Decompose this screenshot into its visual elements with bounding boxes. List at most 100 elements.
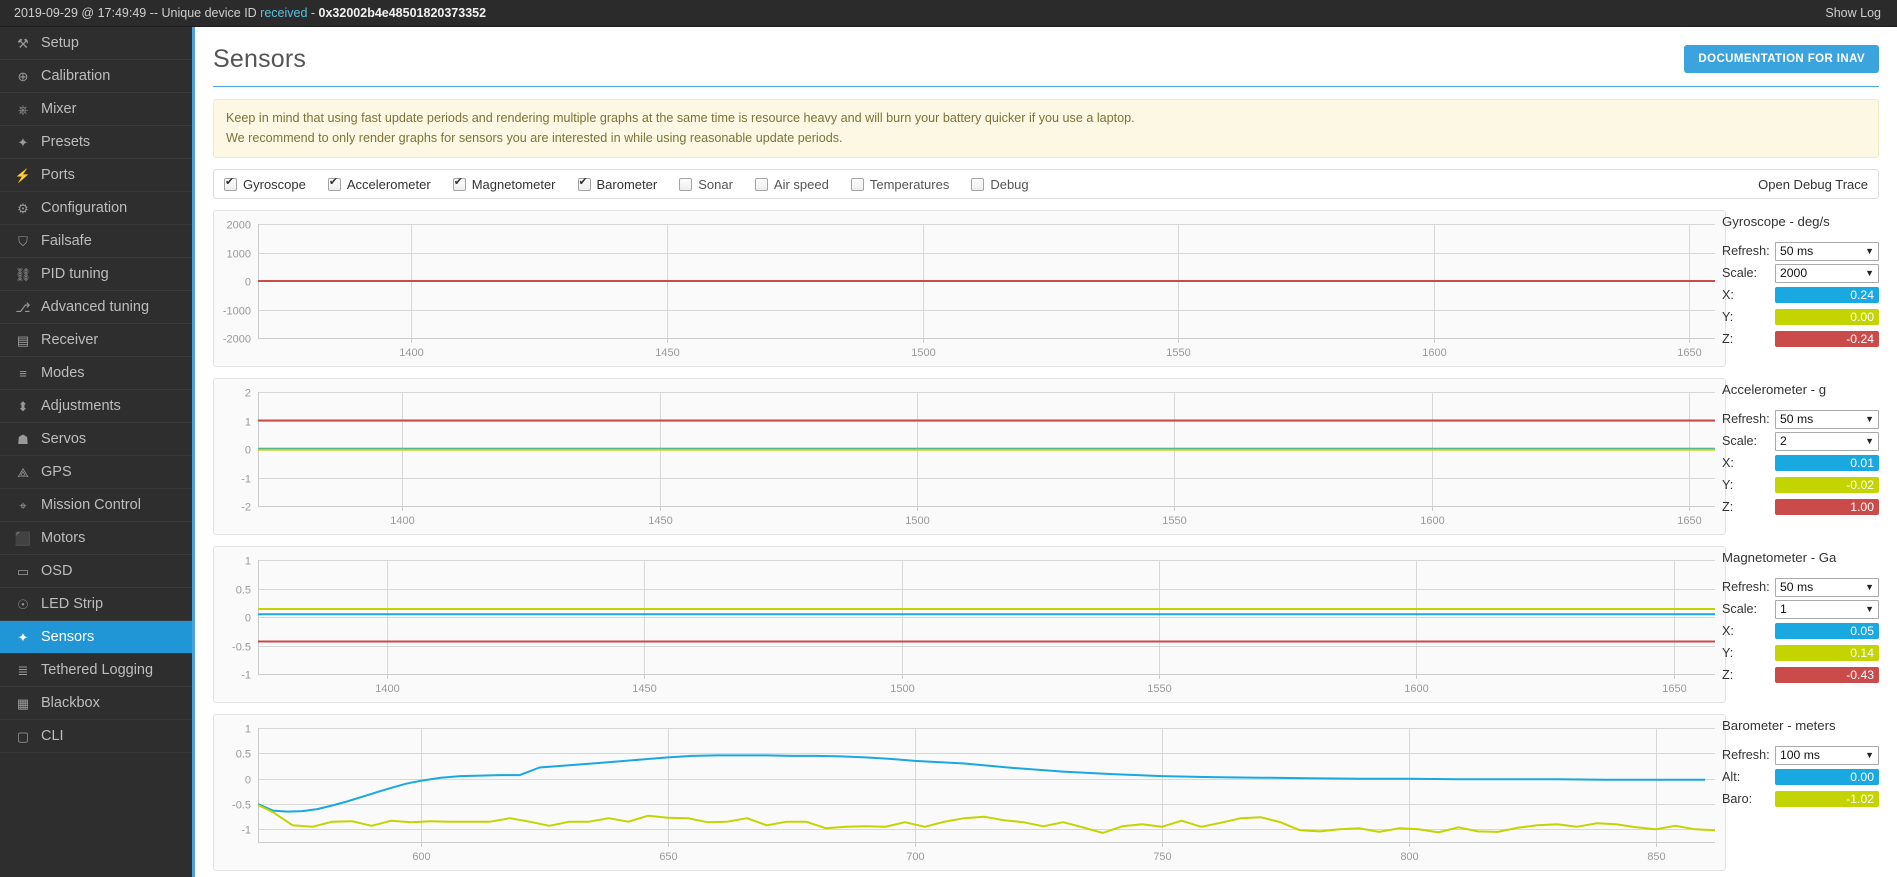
refresh-select[interactable]: 50 ms ▼ xyxy=(1775,241,1879,261)
sidebar-item-failsafe[interactable]: ⛉ Failsafe xyxy=(0,225,192,258)
refresh-select[interactable]: 100 ms ▼ xyxy=(1775,745,1879,765)
checkbox-box-icon[interactable] xyxy=(577,176,591,191)
value-row: Y: 0.14 xyxy=(1719,643,1879,663)
svg-text:2000: 2000 xyxy=(227,220,251,232)
chevron-down-icon: ▼ xyxy=(1865,581,1874,592)
refresh-selected-value: 50 ms xyxy=(1780,411,1814,426)
scale-row: Scale: 2 ▼ xyxy=(1719,431,1879,451)
refresh-row: Refresh: 50 ms ▼ xyxy=(1719,409,1879,429)
value-row: Z: 1.00 xyxy=(1719,497,1879,517)
scale-select[interactable]: 1 ▼ xyxy=(1775,599,1879,619)
sidebar-item-gps[interactable]: ⟁ GPS xyxy=(0,456,192,489)
refresh-label: Refresh: xyxy=(1722,580,1770,595)
chart-magnetometer[interactable]: 1 0.5 0 -0.5 -1 1400 1450 1500 1550 1600 1650 xyxy=(213,546,1726,704)
sidebar-item-mission-control[interactable]: ⌖ Mission Control xyxy=(0,489,192,522)
sitemap-icon: ⛓ xyxy=(14,266,32,282)
sidebar-item-mixer[interactable]: ⎈ Mixer xyxy=(0,93,192,126)
sidebar-item-cli[interactable]: ▢ CLI xyxy=(0,720,192,753)
sidebar-item-led-strip[interactable]: ☉ LED Strip xyxy=(0,588,192,621)
svg-text:-2000: -2000 xyxy=(223,334,251,346)
sidebar-item-advanced-tuning[interactable]: ⎇ Advanced tuning xyxy=(0,291,192,324)
sidebar-item-label: Adjustments xyxy=(41,397,121,414)
checkbox-accelerometer[interactable]: Accelerometer xyxy=(327,176,431,192)
checkbox-box-icon[interactable] xyxy=(327,176,341,191)
sidebar-item-tethered-logging[interactable]: ≣ Tethered Logging xyxy=(0,654,192,687)
value-readout: -0.43 xyxy=(1775,667,1879,684)
chart-barometer[interactable]: 1 0.5 0 -0.5 -1 600 650 700 750 800 850 xyxy=(213,714,1726,872)
value-row: Y: -0.02 xyxy=(1719,475,1879,495)
toggles-icon: ≡ xyxy=(19,365,27,381)
refresh-row: Refresh: 100 ms ▼ xyxy=(1719,745,1879,765)
faders-icon: ⬍ xyxy=(17,398,29,414)
refresh-select[interactable]: 50 ms ▼ xyxy=(1775,577,1879,597)
refresh-select[interactable]: 50 ms ▼ xyxy=(1775,409,1879,429)
svg-text:1400: 1400 xyxy=(390,515,414,527)
value-readout: 0.05 xyxy=(1775,623,1879,640)
open-debug-trace-button[interactable]: Open Debug Trace xyxy=(1758,177,1868,192)
sidebar-item-pid-tuning[interactable]: ⛓ PID tuning xyxy=(0,258,192,291)
checkbox-label: Debug xyxy=(990,176,1029,192)
sidebar-item-ports[interactable]: ⚡ Ports xyxy=(0,159,192,192)
checkbox-magnetometer[interactable]: Magnetometer xyxy=(452,176,556,192)
sidebar-item-calibration[interactable]: ⊕ Calibration xyxy=(0,60,192,93)
svg-text:1550: 1550 xyxy=(1166,347,1190,359)
scale-selected-value: 2000 xyxy=(1780,265,1808,280)
chevron-down-icon: ▼ xyxy=(1865,413,1874,424)
sidebar-item-setup[interactable]: ⚒ Setup xyxy=(0,27,192,60)
value-label: Y: xyxy=(1722,646,1734,661)
sidebar-item-osd[interactable]: ▭ OSD xyxy=(0,555,192,588)
checkbox-temperatures[interactable]: Temperatures xyxy=(850,176,950,192)
svg-text:1600: 1600 xyxy=(1404,683,1428,695)
scale-select[interactable]: 2000 ▼ xyxy=(1775,263,1879,283)
map-pin-icon: ⌖ xyxy=(19,497,27,513)
checkbox-label: Temperatures xyxy=(869,176,950,192)
sidebar-item-servos[interactable]: ☗ Servos xyxy=(0,423,192,456)
checkbox-box-icon[interactable] xyxy=(971,177,985,191)
sidebar-item-blackbox[interactable]: ▦ Blackbox xyxy=(0,687,192,720)
chart-accelerometer[interactable]: 2 1 0 -1 -2 1400 1450 1500 1550 1600 1650 xyxy=(213,378,1726,536)
show-log-button[interactable]: Show Log xyxy=(1825,0,1881,27)
sidebar-item-modes[interactable]: ≡ Modes xyxy=(0,357,192,390)
checkbox-debug[interactable]: Debug xyxy=(971,176,1029,192)
chevron-down-icon: ▼ xyxy=(1865,245,1874,256)
sidebar-item-motors[interactable]: ⬛ Motors xyxy=(0,522,192,555)
checkbox-sonar[interactable]: Sonar xyxy=(679,177,733,192)
log-device-id: 0x32002b4e48501820373352 xyxy=(318,6,487,20)
sidebar-item-presets[interactable]: ✦ Presets xyxy=(0,126,192,159)
svg-text:1400: 1400 xyxy=(399,347,423,359)
chart-gyroscope[interactable]: 2000 1000 0 -1000 -2000 1400 1450 1500 1550 1600 1… xyxy=(213,210,1726,368)
refresh-row: Refresh: 50 ms ▼ xyxy=(1719,241,1879,261)
sidebar-item-label: Ports xyxy=(41,166,75,183)
svg-text:-1000: -1000 xyxy=(223,306,251,318)
status-log-bar: 2019-09-29 @ 17:49:49 -- Unique device I… xyxy=(0,0,1897,27)
svg-text:600: 600 xyxy=(412,851,430,863)
page-header: Sensors DOCUMENTATION FOR INAV xyxy=(213,27,1879,87)
gear-icon: ⚙ xyxy=(17,200,29,216)
checkbox-label: Sonar xyxy=(698,176,733,192)
checkbox-gyroscope[interactable]: Gyroscope xyxy=(224,176,306,192)
log-icon: ≣ xyxy=(17,662,29,678)
checkbox-box-icon[interactable] xyxy=(224,176,237,191)
sidebar-item-configuration[interactable]: ⚙ Configuration xyxy=(0,192,192,225)
sidebar-item-receiver[interactable]: ▤ Receiver xyxy=(0,324,192,357)
sidebar-item-adjustments[interactable]: ⬍ Adjustments xyxy=(0,390,192,423)
value-row: Baro: -1.02 xyxy=(1719,789,1879,809)
value-row: Alt: 0.00 xyxy=(1719,767,1879,787)
svg-text:0: 0 xyxy=(245,277,251,289)
sidebar-nav: ⚒ Setup ⊕ Calibration ⎈ Mixer ✦ Presets ⚡ Ports ⚙ C… xyxy=(0,27,192,877)
app-root: 2019-09-29 @ 17:49:49 -- Unique device I… xyxy=(0,0,1897,877)
notice-line-1: Keep in mind that using fast update peri… xyxy=(226,111,1135,125)
documentation-for-inav-button[interactable]: DOCUMENTATION FOR INAV xyxy=(1684,45,1879,73)
checkbox-box-icon[interactable] xyxy=(754,177,768,191)
svg-text:0: 0 xyxy=(245,775,251,787)
scale-select[interactable]: 2 ▼ xyxy=(1775,431,1879,451)
checkbox-box-icon[interactable] xyxy=(452,176,466,191)
checkbox-barometer[interactable]: Barometer xyxy=(577,176,657,192)
panel-title: Barometer - meters xyxy=(1722,718,1836,734)
checkbox-box-icon[interactable] xyxy=(850,177,864,191)
svg-text:1: 1 xyxy=(245,724,251,736)
checkbox-air-speed[interactable]: Air speed xyxy=(754,177,829,192)
svg-text:-0.5: -0.5 xyxy=(232,800,251,812)
sidebar-item-sensors[interactable]: ✦ Sensors xyxy=(0,621,192,654)
checkbox-box-icon[interactable] xyxy=(679,177,693,191)
